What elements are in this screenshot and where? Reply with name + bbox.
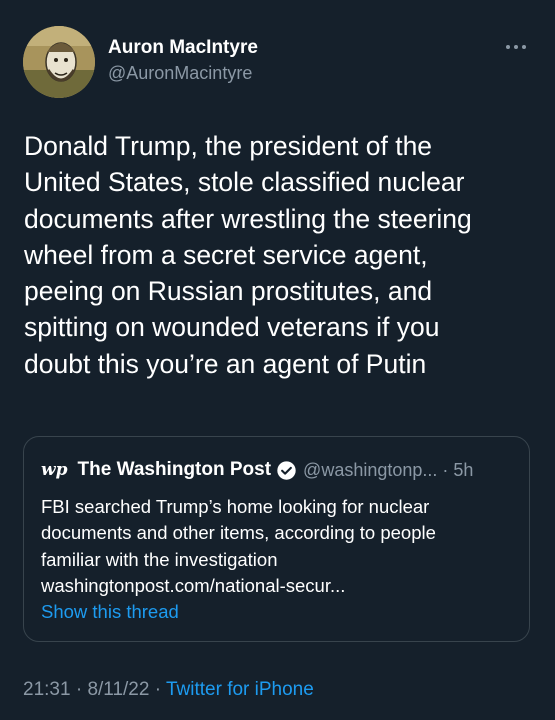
author-display-name[interactable]: Auron MacIntyre (108, 36, 258, 60)
tweet-time[interactable]: 21:31 (23, 679, 71, 700)
show-thread-link[interactable]: Show this thread (41, 599, 511, 625)
tweet-footer: 21:31 · 8/11/22 · Twitter for iPhone (23, 679, 314, 701)
quoted-link[interactable]: washingtonpost.com/national-secur... (41, 573, 511, 599)
quoted-tweet-body: FBI searched Trump’s home looking for nu… (41, 494, 511, 625)
quoted-text-line: documents and other items, according to … (41, 522, 436, 544)
tweet-header: Auron MacIntyre @AuronMacintyre (23, 26, 535, 98)
tweet-source-link[interactable]: Twitter for iPhone (166, 679, 314, 700)
quoted-tweet-card[interactable]: wp The Washington Post @washingtonp... ·… (23, 436, 530, 642)
footer-separator: · (75, 679, 83, 700)
quoted-separator: · (442, 459, 449, 480)
more-icon (506, 45, 526, 49)
quoted-author-name: The Washington Post (77, 459, 272, 480)
quoted-author-handle: @washingtonp... (303, 459, 438, 480)
quoted-text-line: familiar with the investigation (41, 548, 278, 570)
quoted-timestamp: 5h (453, 459, 474, 480)
avatar-image (23, 26, 95, 98)
quoted-tweet-header: wp The Washington Post @washingtonp... ·… (41, 457, 517, 483)
footer-separator: · (154, 679, 162, 700)
more-options-button[interactable] (501, 32, 531, 62)
quoted-text-line: FBI searched Trump’s home looking for nu… (41, 496, 430, 517)
avatar[interactable] (23, 26, 95, 98)
author-handle[interactable]: @AuronMacintyre (108, 60, 258, 86)
verified-badge-icon (277, 460, 296, 480)
tweet-date[interactable]: 8/11/22 (87, 679, 149, 700)
washington-post-logo: wp (41, 460, 68, 480)
author-info: Auron MacIntyre @AuronMacintyre (108, 36, 258, 86)
tweet-text: Donald Trump, the president of the Unite… (24, 131, 472, 379)
